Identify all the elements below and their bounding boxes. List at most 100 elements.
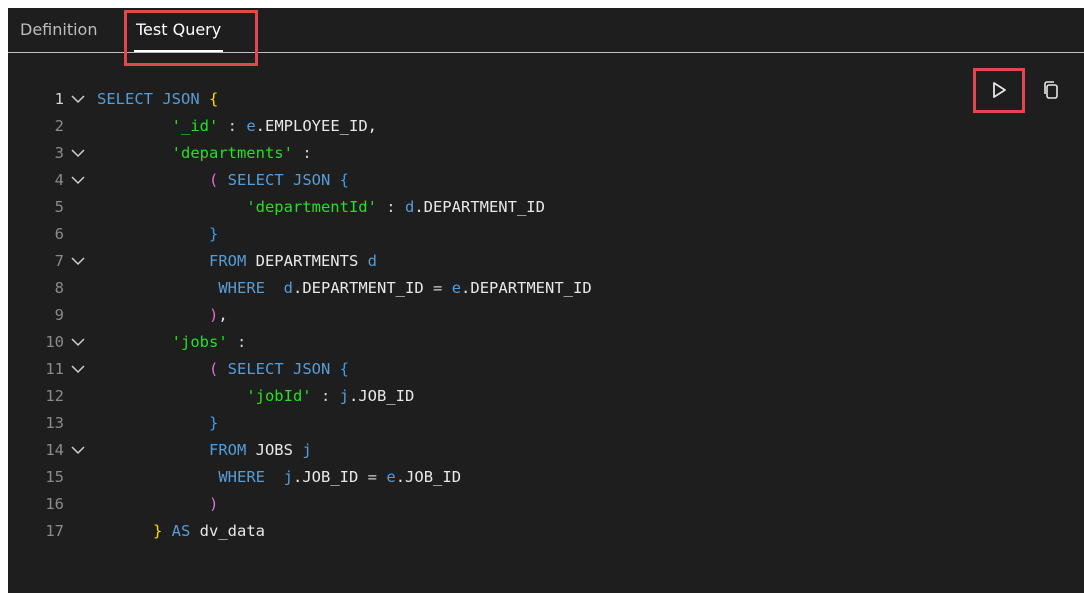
code-token: .DEPARTMENT_ID [461,279,592,297]
code-line[interactable]: 5 'departmentId' : d.DEPARTMENT_ID [8,194,1084,221]
code-token: JOBS [246,441,303,459]
code-line[interactable]: 14 FROM JOBS j [8,437,1084,464]
code-token: .DEPARTMENT_ID [414,198,545,216]
code-token: dv_data [190,522,265,540]
line-number: 1 [54,90,64,108]
line-number: 6 [54,225,64,243]
code-token: e [246,117,256,135]
line-number: 2 [54,117,64,135]
code-token: : [227,333,247,351]
code-token: DEPARTMENTS [246,252,368,270]
code-text: } [97,410,218,437]
fold-chevron-down-icon[interactable] [70,147,86,159]
code-token: : [292,144,312,162]
code-editor[interactable]: 1 SELECT JSON {2 '_id' : e.EMPLOYEE_ID, 3 … [8,86,1084,545]
code-token: d [367,252,377,270]
code-text: '_id' : e.EMPLOYEE_ID, [97,113,377,140]
code-token: = [367,468,378,486]
code-token: WHERE [218,468,265,486]
code-text: ), [97,302,228,329]
code-token: } [153,522,163,540]
tab-bar: Definition Test Query [8,8,1084,53]
code-token: 'jobs' [171,333,228,351]
code-line[interactable]: 8 WHERE d.DEPARTMENT_ID = e.DEPARTMENT_I… [8,275,1084,302]
code-token: : [311,387,340,405]
code-token: 'departmentId' [246,198,377,216]
code-line[interactable]: 11 ( SELECT JSON { [8,356,1084,383]
code-line[interactable]: 4 ( SELECT JSON { [8,167,1084,194]
code-token: , [218,306,228,324]
code-text: } AS dv_data [97,518,265,545]
line-number: 7 [54,252,64,270]
code-token: FROM [208,252,247,270]
line-number: 15 [45,468,64,486]
line-number: 12 [45,387,64,405]
code-line[interactable]: 16 ) [8,491,1084,518]
code-token: 'jobId' [246,387,312,405]
tab-test-query[interactable]: Test Query [134,8,224,52]
fold-chevron-down-icon[interactable] [70,444,86,456]
code-line[interactable]: 3 'departments' : [8,140,1084,167]
code-token: } [208,225,219,243]
code-text: 'jobId' : j.JOB_ID [97,383,414,410]
code-token: d [283,279,294,297]
code-line[interactable]: 9 ), [8,302,1084,329]
code-token: { [339,360,349,378]
code-token: .DEPARTMENT_ID [293,279,433,297]
code-line[interactable]: 13 } [8,410,1084,437]
code-token: 'departments' [171,144,293,162]
line-number: 17 [45,522,64,540]
code-text: FROM JOBS j [97,437,312,464]
code-token: j [339,387,349,405]
code-token: AS [162,522,191,540]
line-number: 10 [45,333,64,351]
code-token: e [386,468,396,486]
code-line[interactable]: 15 WHERE j.JOB_ID = e.JOB_ID [8,464,1084,491]
line-number: 13 [45,414,64,432]
line-number: 5 [54,198,64,216]
line-number: 8 [54,279,64,297]
code-text: FROM DEPARTMENTS d [97,248,377,275]
code-text: ) [97,491,218,518]
code-line[interactable]: 7 FROM DEPARTMENTS d [8,248,1084,275]
code-line[interactable]: 12 'jobId' : j.JOB_ID [8,383,1084,410]
fold-chevron-down-icon[interactable] [70,336,86,348]
code-line[interactable]: 2 '_id' : e.EMPLOYEE_ID, [8,113,1084,140]
code-line[interactable]: 6 } [8,221,1084,248]
code-text: 'departmentId' : d.DEPARTMENT_ID [97,194,545,221]
code-token: SELECT JSON [97,90,209,108]
fold-chevron-down-icon[interactable] [70,363,86,375]
code-text: WHERE d.DEPARTMENT_ID = e.DEPARTMENT_ID [97,275,592,302]
code-text: SELECT JSON { [97,86,218,113]
code-token: { [339,171,349,189]
tab-definition[interactable]: Definition [20,8,97,52]
code-line[interactable]: 1 SELECT JSON { [8,86,1084,113]
code-token: .JOB_ID [293,468,368,486]
code-line[interactable]: 10 'jobs' : [8,329,1084,356]
code-line[interactable]: 17 } AS dv_data [8,518,1084,545]
fold-chevron-down-icon[interactable] [70,174,86,186]
line-number: 3 [54,144,64,162]
fold-chevron-down-icon[interactable] [70,255,86,267]
query-editor-panel: Definition Test Query 1 SELECT JSON {2 '_… [8,8,1084,593]
code-token: ) [208,306,219,324]
code-token: ( [208,171,219,189]
code-token: : [218,117,247,135]
code-text: ( SELECT JSON { [97,167,349,194]
fold-chevron-down-icon[interactable] [70,93,86,105]
code-token: ( [208,360,219,378]
code-token: e [451,279,462,297]
code-text: } [97,221,218,248]
